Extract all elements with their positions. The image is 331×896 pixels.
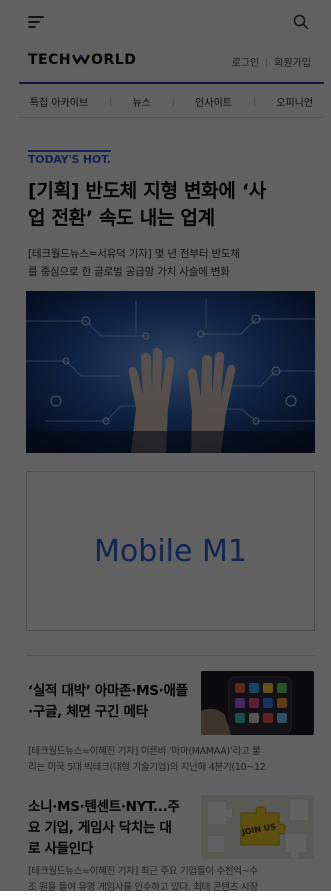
section-label: TODAY'S HOT. <box>28 150 111 166</box>
article-title[interactable]: 소니·MS·텐센트·NYT...주 요 기업, 게임사 닥치는 대 로 사들인다 <box>28 797 180 860</box>
article-title-line: ·구글, 체면 구긴 메타 <box>28 704 148 720</box>
page: TECH ORLD 로그인 회원가입 특집 아카이브 뉴스 인사이트 오피니언 T… <box>0 0 331 893</box>
article-summary-line: [테크월드뉴스=이혜진 기자] 최근 주요 기업들이 수천억~수 <box>28 866 258 877</box>
divider <box>266 58 268 67</box>
hot-summary-line: [테크월드뉴스=서유덕 기자] 몇 년 전부터 반도체 <box>28 248 240 260</box>
article-summary[interactable]: [테크월드뉴스=이혜진 기자] 이른바 ‘마마(MAMAA)’라고 불 리는 미… <box>28 744 318 776</box>
hot-summary[interactable]: [테크월드뉴스=서유덕 기자] 몇 년 전부터 반도체 를 중심으로 한 글로벌… <box>28 245 296 281</box>
login-link[interactable]: 로그인 <box>232 58 260 69</box>
hot-headline-line: 업 전환’ 속도 내는 업계 <box>28 207 215 229</box>
nav-item-archive[interactable]: 특집 아카이브 <box>30 94 88 109</box>
article-summary[interactable]: [테크월드뉴스=이혜진 기자] 최근 주요 기업들이 수천억~수 조 원을 들여… <box>28 864 318 896</box>
ad-banner[interactable]: Mobile M1 <box>26 471 315 631</box>
article-summary-line: 조 원을 들여 유명 게임사를 인수하고 있다. 최대 콘텐츠 시장 <box>28 882 258 893</box>
article-title-line: 요 기업, 게임사 닥치는 대 <box>28 820 172 836</box>
nav-divider <box>253 96 255 106</box>
nav-item-news[interactable]: 뉴스 <box>132 94 150 109</box>
site-logo[interactable]: TECH ORLD <box>28 52 136 68</box>
auth-links: 로그인 회원가입 <box>232 54 311 69</box>
hot-summary-line: 를 중심으로 한 글로벌 공급망 가치 사슬에 변화 <box>28 266 230 278</box>
hero-image[interactable] <box>26 291 315 453</box>
nav-bottom-rule <box>19 117 324 118</box>
signup-link[interactable]: 회원가입 <box>274 58 311 69</box>
nav-item-insight[interactable]: 인사이트 <box>195 94 232 109</box>
article-summary-line: [테크월드뉴스=이혜진 기자] 이른바 ‘마마(MAMAA)’라고 불 <box>28 746 261 757</box>
hot-headline-line: [기획] 반도체 지형 변화에 ‘사 <box>28 180 266 202</box>
article-thumbnail[interactable] <box>201 671 314 735</box>
nav-top-rule <box>19 82 324 84</box>
article-title-line: 소니·MS·텐센트·NYT...주 <box>28 799 180 815</box>
section-divider <box>26 655 315 656</box>
top-bar <box>0 0 331 44</box>
logo-text-left: TECH <box>28 52 72 68</box>
search-icon[interactable] <box>293 14 309 30</box>
logo-mark-icon <box>72 54 91 65</box>
nav-divider <box>172 96 174 106</box>
ad-text: Mobile M1 <box>94 533 247 569</box>
main-nav: 특집 아카이브 뉴스 인사이트 오피니언 <box>19 90 324 112</box>
article-summary-line: 리는 미국 5대 빅테크(대형 기술기업)의 지난해 4분기(10~12 <box>28 762 266 773</box>
nav-item-opinion[interactable]: 오피니언 <box>276 94 313 109</box>
article-title-line: 로 사들인다 <box>28 841 93 857</box>
article-title[interactable]: ‘실적 대박’ 아마존·MS·애플 ·구글, 체면 구긴 메타 <box>28 681 188 723</box>
hot-headline[interactable]: [기획] 반도체 지형 변화에 ‘사 업 전환’ 속도 내는 업계 <box>28 178 298 232</box>
nav-divider <box>109 96 111 106</box>
article-title-line: ‘실적 대박’ 아마존·MS·애플 <box>28 683 188 699</box>
article-thumbnail[interactable]: JOIN US <box>201 795 314 859</box>
hamburger-menu-icon[interactable] <box>28 16 44 28</box>
logo-text-right: ORLD <box>91 52 137 68</box>
